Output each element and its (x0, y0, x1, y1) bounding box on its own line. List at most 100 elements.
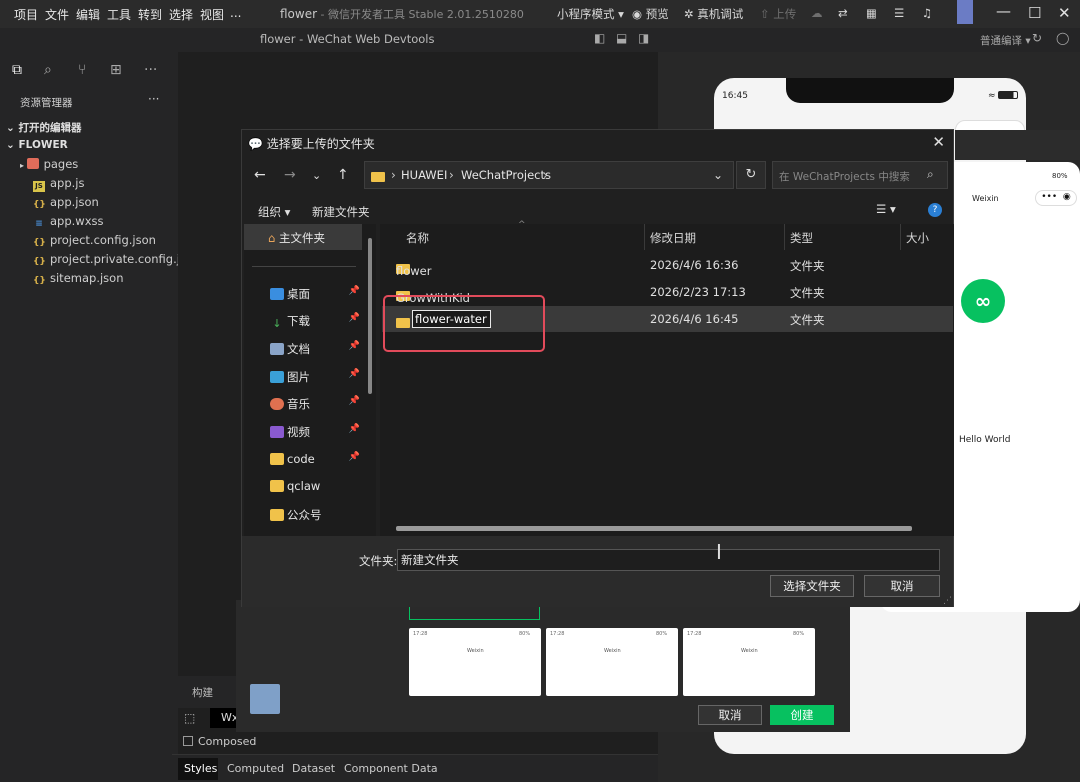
compile-mode-dropdown[interactable]: 普通编译 ▾ (980, 33, 1031, 48)
close-icon[interactable]: ✕ (1058, 4, 1071, 22)
menu-select[interactable]: 选择 (169, 6, 193, 23)
template-thumbnail[interactable]: 17:28 80% Weixin (409, 628, 541, 696)
nav-item-qclaw[interactable]: qclaw (270, 479, 362, 493)
tab-build[interactable]: 构建 (192, 685, 213, 700)
device-debug-button[interactable]: ✲ 真机调试 (684, 6, 743, 22)
pin-icon[interactable]: 📌 (349, 369, 360, 379)
file-item-project-config[interactable]: {} project.config.json (0, 233, 178, 249)
column-header-type[interactable]: 类型 (790, 230, 813, 246)
new-folder-button[interactable]: 新建文件夹 (312, 204, 370, 220)
menu-project[interactable]: 项目 (14, 6, 38, 23)
template-thumbnail[interactable]: 17:28 80% Weixin (546, 628, 678, 696)
chevron-down-icon[interactable]: ⌄ (713, 168, 723, 182)
search-input[interactable]: 在 WeChatProjects 中搜索 (779, 169, 910, 184)
create-button[interactable]: 创建 (770, 705, 834, 725)
dialog-cancel-button[interactable]: 取消 (864, 575, 940, 597)
select-folder-button[interactable]: 选择文件夹 (770, 575, 854, 597)
address-bar[interactable]: › HUAWEI › WeChatProjects › ⌄ (364, 161, 734, 189)
search-box[interactable]: 在 WeChatProjects 中搜索 ⌕ (772, 161, 948, 189)
folder-name-input[interactable]: 新建文件夹 (397, 549, 940, 571)
tab-wx[interactable]: Wx (210, 708, 238, 728)
bell-icon[interactable]: ♫ (922, 6, 932, 20)
cloud-icon[interactable]: ☁ (811, 6, 823, 20)
up-icon[interactable]: ↑ (337, 167, 349, 183)
panel-bottom-icon[interactable]: ⬓ (616, 31, 627, 45)
pin-icon[interactable]: 📌 (349, 396, 360, 406)
help-icon[interactable]: ? (928, 203, 942, 217)
panel-right-icon[interactable]: ◨ (638, 31, 649, 45)
refresh-button[interactable]: ↻ (736, 161, 766, 189)
more-icon[interactable]: ··· (144, 62, 157, 78)
horizontal-scrollbar[interactable] (396, 526, 912, 531)
nav-item-pictures[interactable]: 图片 📌 (270, 369, 362, 385)
file-item-project-private-config[interactable]: {} project.private.config.js... (0, 252, 197, 268)
view-options-icon[interactable]: ☰ ▾ (876, 202, 896, 216)
nav-item-downloads[interactable]: ↓ 下载 📌 (270, 313, 362, 330)
menu-file[interactable]: 文件 (45, 6, 69, 23)
explorer-more-icon[interactable]: ··· (148, 92, 159, 106)
menu-view[interactable]: 视图 (200, 6, 224, 23)
page-capsule[interactable]: ••• ◉ (1035, 190, 1077, 206)
pin-icon[interactable]: 📌 (349, 286, 360, 296)
pin-icon[interactable]: 📌 (349, 424, 360, 434)
nav-item-gongzhonghao[interactable]: 公众号 (270, 507, 362, 523)
inspect-icon[interactable]: ⬚ (184, 711, 195, 725)
project-section[interactable]: ⌄ FLOWER (0, 139, 178, 151)
column-divider[interactable] (900, 224, 901, 250)
nav-item-documents[interactable]: 文档 📌 (270, 341, 362, 357)
avatar[interactable] (957, 0, 973, 24)
file-item-app-json[interactable]: {} app.json (0, 195, 178, 211)
file-item-sitemap[interactable]: {} sitemap.json (0, 271, 178, 287)
file-row[interactable]: flower 2026/4/6 16:36 文件夹 (382, 252, 953, 278)
composed-checkbox[interactable] (183, 736, 193, 746)
upload-button[interactable]: ⇧ 上传 (760, 6, 796, 22)
preview-button[interactable]: ◉ 预览 (632, 6, 669, 22)
tab-dataset[interactable]: Dataset (292, 762, 335, 775)
nav-item-music[interactable]: 音乐 📌 (270, 396, 362, 412)
source-control-icon[interactable]: ⑂ (78, 62, 86, 78)
nav-item-videos[interactable]: 视频 📌 (270, 424, 362, 440)
tab-component-data[interactable]: Component Data (344, 762, 438, 775)
file-item-app-wxss[interactable]: ≡ app.wxss (0, 214, 178, 230)
forward-icon[interactable]: → (284, 167, 296, 183)
recent-dropdown-icon[interactable]: ⌄ (312, 169, 321, 182)
menu-edit[interactable]: 编辑 (76, 6, 100, 23)
refresh-icon[interactable]: ↻ (1032, 31, 1042, 45)
back-icon[interactable]: ← (254, 167, 266, 183)
extensions-icon[interactable]: ⊞ (110, 62, 122, 78)
layout-icon[interactable]: ▦ (866, 6, 877, 20)
file-item-pages[interactable]: ▸ pages (0, 157, 178, 171)
tab-computed[interactable]: Computed (227, 762, 284, 775)
nav-scrollbar[interactable] (368, 238, 372, 394)
column-divider[interactable] (644, 224, 645, 250)
menu-goto[interactable]: 转到 (138, 6, 162, 23)
menu-tools[interactable]: 工具 (107, 6, 131, 23)
minimize-icon[interactable]: — (996, 2, 1011, 20)
menu-more[interactable]: ... (230, 6, 241, 20)
switch-icon[interactable]: ⇄ (838, 6, 848, 20)
tab-styles[interactable]: Styles (178, 758, 218, 780)
column-header-name[interactable]: 名称 (406, 230, 429, 246)
search-icon[interactable]: ⌕ (44, 62, 52, 78)
explorer-icon[interactable]: ⧉ (12, 62, 22, 78)
column-header-date[interactable]: 修改日期 (650, 230, 696, 246)
nav-item-desktop[interactable]: 桌面 📌 (270, 286, 362, 302)
resize-grip-icon[interactable]: ⋰ (943, 596, 952, 606)
open-editors-section[interactable]: ⌄ 打开的编辑器 (0, 120, 178, 135)
organize-button[interactable]: 组织 ▾ (258, 204, 290, 220)
mode-dropdown[interactable]: 小程序模式 ▾ (557, 6, 624, 22)
column-divider[interactable] (784, 224, 785, 250)
pin-icon[interactable]: 📌 (349, 341, 360, 351)
column-header-size[interactable]: 大小 (906, 230, 929, 246)
file-item-app-js[interactable]: JS app.js (0, 176, 178, 192)
breadcrumb-huawei[interactable]: HUAWEI (401, 168, 447, 182)
breadcrumb-wechatprojects[interactable]: WeChatProjects (461, 168, 551, 182)
pin-icon[interactable]: 📌 (349, 452, 360, 462)
dialog-close-icon[interactable]: ✕ (932, 133, 945, 151)
template-thumbnail[interactable]: 17:28 80% Weixin (683, 628, 815, 696)
settings-icon[interactable]: ◯ (1056, 31, 1069, 45)
maximize-icon[interactable]: ☐ (1028, 4, 1041, 22)
nav-item-code[interactable]: code 📌 (270, 452, 362, 466)
panel-left-icon[interactable]: ◧ (594, 31, 605, 45)
new-project-cancel-button[interactable]: 取消 (698, 705, 762, 725)
